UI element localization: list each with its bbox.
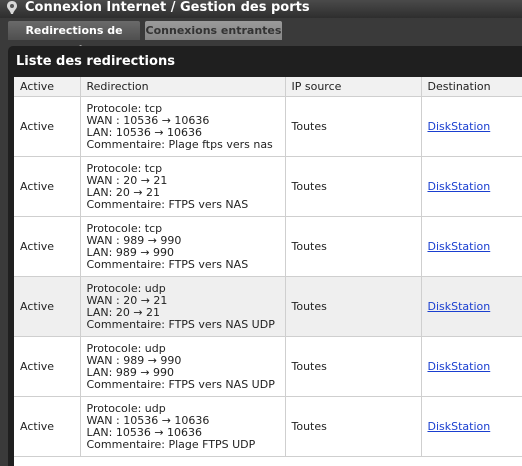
cell-destination: DiskStation — [421, 96, 522, 157]
panel-title: Liste des redirections — [16, 54, 175, 69]
table-row[interactable]: Active Protocole: tcp WAN : 989 → 990 LA… — [14, 216, 522, 277]
redirection-wan: WAN : 20 → 21 — [86, 293, 168, 307]
redirection-comment: Commentaire: Plage FTPS UDP — [86, 437, 256, 451]
tab-connexions-entrantes[interactable]: Connexions entrantes — [145, 21, 282, 40]
destination-link[interactable]: DiskStation — [428, 240, 491, 253]
cell-ip-source: Toutes — [285, 396, 422, 457]
redirection-wan: WAN : 10536 → 10636 — [86, 413, 210, 427]
table-row[interactable]: Active Protocole: udp WAN : 20 → 21 LAN:… — [14, 276, 522, 337]
redirections-table: Active Redirection IP source Destination… — [14, 77, 522, 457]
redirections-panel: Liste des redirections Active Redirectio… — [8, 46, 522, 466]
destination-link[interactable]: DiskStation — [428, 420, 491, 433]
cell-destination: DiskStation — [421, 396, 522, 457]
table-row[interactable]: Active Protocole: tcp WAN : 10536 → 1063… — [14, 96, 522, 157]
cell-redirection: Protocole: tcp WAN : 989 → 990 LAN: 989 … — [80, 216, 286, 277]
cell-active: Active — [14, 96, 81, 157]
cell-ip-source: Toutes — [285, 276, 422, 337]
redirection-wan: WAN : 989 → 990 — [86, 353, 182, 367]
tab-redirections-de-ports[interactable]: Redirections de ports — [8, 21, 140, 56]
redirection-protocol: Protocole: tcp — [86, 221, 163, 235]
column-header-destination[interactable]: Destination — [421, 77, 522, 97]
redirection-wan: WAN : 10536 → 10636 — [86, 113, 210, 127]
cell-ip-source: Toutes — [285, 336, 422, 397]
cell-destination: DiskStation — [421, 276, 522, 337]
cell-redirection: Protocole: tcp WAN : 10536 → 10636 LAN: … — [80, 96, 286, 157]
redirection-comment: Commentaire: FTPS vers NAS UDP — [86, 377, 275, 391]
redirection-protocol: Protocole: tcp — [86, 101, 163, 115]
redirection-protocol: Protocole: tcp — [86, 161, 163, 175]
redirection-lan: LAN: 10536 → 10636 — [86, 125, 203, 139]
cell-destination: DiskStation — [421, 216, 522, 277]
destination-link[interactable]: DiskStation — [428, 180, 491, 193]
redirection-lan: LAN: 20 → 21 — [86, 185, 161, 199]
column-header-ip-source[interactable]: IP source — [285, 77, 422, 97]
redirection-comment: Commentaire: Plage ftps vers nas — [86, 137, 273, 151]
redirections-table-container: Active Redirection IP source Destination… — [14, 77, 522, 466]
table-header-row: Active Redirection IP source Destination — [14, 77, 522, 97]
destination-link[interactable]: DiskStation — [428, 300, 491, 313]
destination-link[interactable]: DiskStation — [428, 360, 491, 373]
redirection-protocol: Protocole: udp — [86, 341, 166, 355]
cell-destination: DiskStation — [421, 336, 522, 397]
cell-ip-source: Toutes — [285, 156, 422, 217]
redirection-wan: WAN : 989 → 990 — [86, 233, 182, 247]
redirection-comment: Commentaire: FTPS vers NAS — [86, 257, 249, 271]
cell-active: Active — [14, 156, 81, 217]
cell-redirection: Protocole: tcp WAN : 20 → 21 LAN: 20 → 2… — [80, 156, 286, 217]
column-header-active[interactable]: Active — [14, 77, 81, 97]
cell-active: Active — [14, 396, 81, 457]
cell-redirection: Protocole: udp WAN : 989 → 990 LAN: 989 … — [80, 336, 286, 397]
tab-bar: Redirections de ports Connexions entrant… — [0, 18, 522, 56]
cell-redirection: Protocole: udp WAN : 20 → 21 LAN: 20 → 2… — [80, 276, 286, 337]
page-title: Connexion Internet / Gestion des ports — [25, 0, 310, 15]
redirection-lan: LAN: 989 → 990 — [86, 365, 175, 379]
redirection-lan: LAN: 10536 → 10636 — [86, 425, 203, 439]
cell-active: Active — [14, 276, 81, 337]
column-header-redirection[interactable]: Redirection — [80, 77, 286, 97]
cell-active: Active — [14, 336, 81, 397]
table-row[interactable]: Active Protocole: tcp WAN : 20 → 21 LAN:… — [14, 156, 522, 217]
table-row[interactable]: Active Protocole: udp WAN : 10536 → 1063… — [14, 396, 522, 457]
cell-active: Active — [14, 216, 81, 277]
cell-redirection: Protocole: udp WAN : 10536 → 10636 LAN: … — [80, 396, 286, 457]
cell-ip-source: Toutes — [285, 216, 422, 277]
destination-link[interactable]: DiskStation — [428, 120, 491, 133]
title-bar: Connexion Internet / Gestion des ports — [0, 0, 522, 18]
redirection-protocol: Protocole: udp — [86, 281, 166, 295]
redirection-wan: WAN : 20 → 21 — [86, 173, 168, 187]
freebox-logo-icon — [6, 0, 18, 16]
redirection-comment: Commentaire: FTPS vers NAS UDP — [86, 317, 275, 331]
redirection-lan: LAN: 989 → 990 — [86, 245, 175, 259]
redirection-lan: LAN: 20 → 21 — [86, 305, 161, 319]
redirection-comment: Commentaire: FTPS vers NAS — [86, 197, 249, 211]
table-row[interactable]: Active Protocole: udp WAN : 989 → 990 LA… — [14, 336, 522, 397]
cell-ip-source: Toutes — [285, 96, 422, 157]
cell-destination: DiskStation — [421, 156, 522, 217]
redirection-protocol: Protocole: udp — [86, 401, 166, 415]
